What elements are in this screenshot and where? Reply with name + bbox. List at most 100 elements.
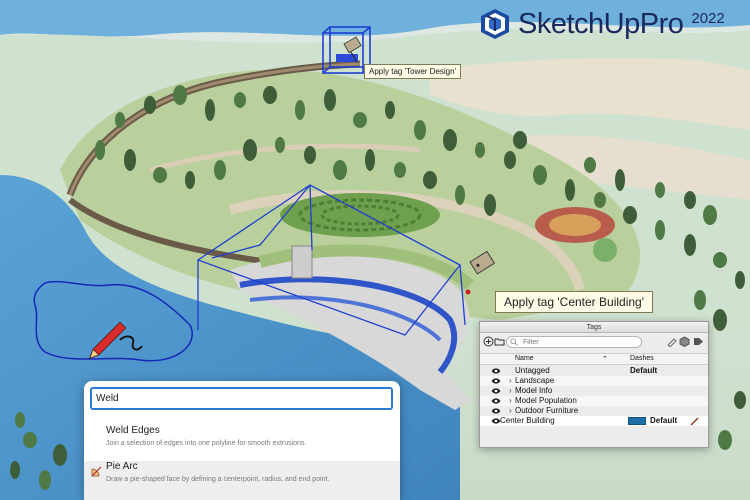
add-tag-icon[interactable] bbox=[483, 336, 494, 347]
tree bbox=[173, 85, 187, 105]
tree bbox=[23, 432, 37, 448]
tag-folder-model-info[interactable]: › Model Info bbox=[480, 386, 708, 396]
tree bbox=[655, 220, 665, 240]
pie-arc-icon bbox=[91, 466, 102, 477]
tree bbox=[703, 205, 717, 225]
sketchup-logo-icon bbox=[481, 9, 509, 39]
tag-row-untagged[interactable]: Untagged Default bbox=[480, 366, 708, 376]
tree bbox=[295, 100, 305, 120]
tree bbox=[533, 165, 547, 185]
visibility-eye-icon[interactable] bbox=[491, 368, 501, 374]
tree bbox=[205, 99, 215, 121]
tree bbox=[115, 112, 125, 128]
tag-color-swatch[interactable] bbox=[628, 417, 646, 425]
tree bbox=[713, 309, 727, 331]
visibility-eye-icon[interactable] bbox=[491, 408, 501, 414]
tag-name: Outdoor Furniture bbox=[515, 406, 579, 415]
tags-filter-input[interactable] bbox=[506, 336, 642, 348]
tree bbox=[95, 140, 105, 160]
tree bbox=[443, 129, 457, 151]
tag-dashes[interactable]: Default bbox=[650, 416, 677, 425]
result-title: Weld Edges bbox=[106, 425, 160, 436]
pencil-icon[interactable] bbox=[690, 417, 699, 426]
tree bbox=[615, 169, 625, 191]
tag-folder-landscape[interactable]: › Landscape bbox=[480, 376, 708, 386]
tag-name: Landscape bbox=[515, 376, 555, 385]
tree bbox=[584, 157, 596, 173]
brand-product: SketchUp bbox=[518, 7, 640, 40]
tree bbox=[718, 430, 732, 450]
tree bbox=[385, 101, 395, 119]
tree bbox=[234, 92, 246, 108]
tag-dashes[interactable]: Default bbox=[630, 366, 657, 375]
brand-name: SketchUpPro bbox=[518, 7, 684, 41]
chevron-right-icon[interactable]: › bbox=[509, 376, 512, 385]
visibility-eye-icon[interactable] bbox=[491, 388, 501, 394]
tree bbox=[735, 271, 745, 289]
tree bbox=[243, 139, 257, 161]
tree bbox=[275, 137, 285, 153]
tooltip-apply-tag-center: Apply tag 'Center Building' bbox=[495, 291, 653, 313]
brand-year: 2022 bbox=[691, 9, 725, 27]
tree bbox=[53, 444, 67, 466]
details-menu-icon[interactable] bbox=[693, 336, 704, 347]
column-dashes[interactable]: Dashes bbox=[630, 355, 654, 362]
tree bbox=[455, 185, 465, 205]
tag-tool-icon[interactable] bbox=[666, 336, 677, 347]
tree bbox=[153, 167, 167, 183]
tree bbox=[10, 461, 20, 479]
tree bbox=[324, 89, 336, 111]
tooltip-apply-tag-tower: Apply tag 'Tower Design' bbox=[364, 64, 462, 79]
chevron-right-icon[interactable]: › bbox=[509, 406, 512, 415]
add-folder-icon[interactable] bbox=[494, 336, 505, 347]
tags-panel-title: Tags bbox=[480, 322, 708, 333]
result-title: Pie Arc bbox=[106, 461, 138, 472]
tree bbox=[484, 194, 496, 216]
visibility-eye-icon[interactable] bbox=[491, 378, 501, 384]
tree bbox=[263, 86, 277, 104]
chevron-right-icon[interactable]: › bbox=[509, 396, 512, 405]
search-result-weld-edges[interactable]: Weld Edges Join a selection of edges int… bbox=[84, 425, 400, 457]
tree bbox=[734, 391, 746, 409]
brand-edition: Pro bbox=[639, 7, 684, 40]
tree bbox=[684, 234, 696, 256]
tree bbox=[214, 160, 226, 180]
search-result-pie-arc[interactable]: Pie Arc Draw a pie-shaped face by defini… bbox=[84, 461, 400, 500]
tag-folder-outdoor-furniture[interactable]: › Outdoor Furniture bbox=[480, 406, 708, 416]
sort-chevron-icon[interactable]: ⌃ bbox=[602, 355, 608, 363]
result-description: Join a selection of edges into one polyl… bbox=[106, 440, 307, 447]
tags-toolbar bbox=[480, 334, 708, 350]
tag-folder-model-population[interactable]: › Model Population bbox=[480, 396, 708, 406]
tree bbox=[623, 206, 637, 224]
tree bbox=[124, 149, 136, 171]
tree bbox=[513, 131, 527, 149]
tags-table-header: Name ⌃ Dashes bbox=[480, 353, 708, 365]
color-by-tag-icon[interactable] bbox=[679, 336, 690, 347]
tag-row-center-building[interactable]: Center Building Default bbox=[480, 416, 708, 426]
chevron-right-icon[interactable]: › bbox=[509, 386, 512, 395]
tree bbox=[655, 182, 665, 198]
tree bbox=[39, 470, 51, 490]
tree bbox=[423, 171, 437, 189]
column-name[interactable]: Name bbox=[515, 355, 534, 362]
tree bbox=[333, 160, 347, 180]
search-icon bbox=[510, 338, 518, 346]
tree bbox=[365, 149, 375, 171]
tree bbox=[353, 112, 367, 128]
tree bbox=[15, 412, 25, 428]
tag-name: Center Building bbox=[500, 416, 555, 425]
tag-name: Model Info bbox=[515, 386, 553, 395]
search-input[interactable] bbox=[90, 387, 393, 410]
tree bbox=[185, 171, 195, 189]
tree bbox=[684, 191, 696, 209]
brand-header: SketchUpPro 2022 bbox=[478, 4, 725, 44]
tags-list: Untagged Default › Landscape › Model Inf… bbox=[480, 366, 708, 426]
tree bbox=[414, 120, 426, 140]
tag-name: Model Population bbox=[515, 396, 577, 405]
tree bbox=[565, 179, 575, 201]
tree bbox=[504, 151, 516, 169]
tree bbox=[304, 146, 316, 164]
visibility-eye-icon[interactable] bbox=[491, 398, 501, 404]
tree bbox=[394, 162, 406, 178]
tree bbox=[713, 252, 727, 268]
